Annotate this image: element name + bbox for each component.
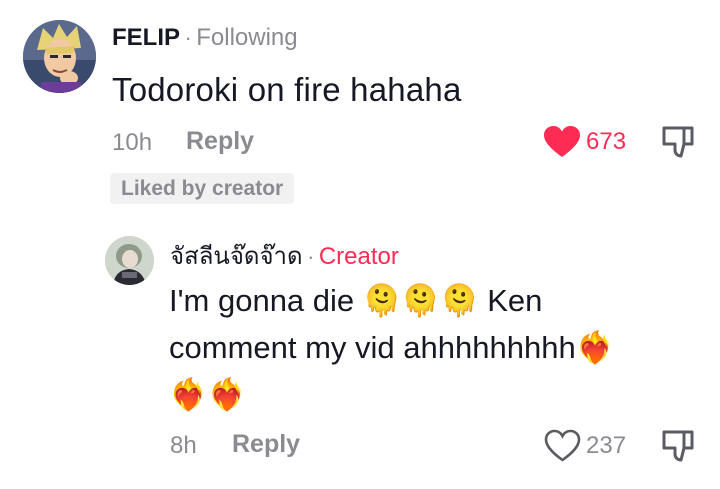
reply-username[interactable]: จัสลีนจ๊ดจ๊าด — [170, 243, 303, 270]
reply-text-line-3: ❤️‍🔥❤️‍🔥 — [169, 376, 246, 413]
reply-avatar[interactable] — [105, 236, 154, 285]
like-count: 673 — [586, 128, 627, 155]
reply-like-count: 237 — [586, 432, 627, 459]
follow-status: Following — [196, 24, 298, 51]
comment-text: Todoroki on fire hahaha — [112, 71, 462, 108]
comment-timestamp: 10h — [112, 129, 153, 156]
liked-by-creator-badge: Liked by creator — [110, 173, 295, 204]
reply-thumbs-down-icon — [662, 430, 694, 462]
creator-badge: Creator — [318, 243, 399, 270]
reply-text-line-2: comment my vid ahhhhhhhhh❤️‍🔥 — [169, 329, 614, 366]
commenter-username[interactable]: FELIP — [112, 24, 180, 51]
heart-on-fire-emoji-3: ❤️‍🔥 — [207, 377, 247, 412]
melting-face-emoji-1: 🫠 — [362, 283, 402, 318]
commenter-avatar[interactable] — [23, 20, 96, 93]
reply-text-part-2: Ken — [487, 283, 543, 318]
melting-face-emoji-2: 🫠 — [401, 283, 440, 318]
reply-like-button[interactable] — [544, 429, 581, 463]
person-avatar-icon — [105, 236, 154, 285]
reply-dislike-button[interactable] — [661, 429, 695, 463]
username-separator: · — [184, 25, 192, 50]
heart-filled-icon — [544, 126, 580, 157]
heart-on-fire-emoji-2: ❤️‍🔥 — [169, 377, 208, 412]
reply-username-separator: · — [307, 244, 315, 269]
reply-text-line-1: I'm gonna die 🫠🫠🫠 Ken — [169, 282, 542, 319]
like-button[interactable] — [543, 125, 581, 159]
reply-text-part-3: comment my vid ahhhhhhhhh — [169, 330, 576, 365]
thumbs-down-icon — [662, 126, 694, 158]
heart-outline-icon — [544, 429, 581, 462]
reply-text-part-1: I'm gonna die — [169, 283, 355, 318]
reply-button[interactable]: Reply — [186, 127, 254, 156]
melting-face-emoji-3: 🫠 — [440, 283, 479, 318]
heart-on-fire-emoji-1: ❤️‍🔥 — [575, 330, 615, 365]
anime-character-avatar-icon — [23, 20, 96, 93]
dislike-button[interactable] — [661, 125, 695, 159]
reply-reply-button[interactable]: Reply — [232, 430, 300, 459]
reply-timestamp: 8h — [170, 432, 197, 459]
